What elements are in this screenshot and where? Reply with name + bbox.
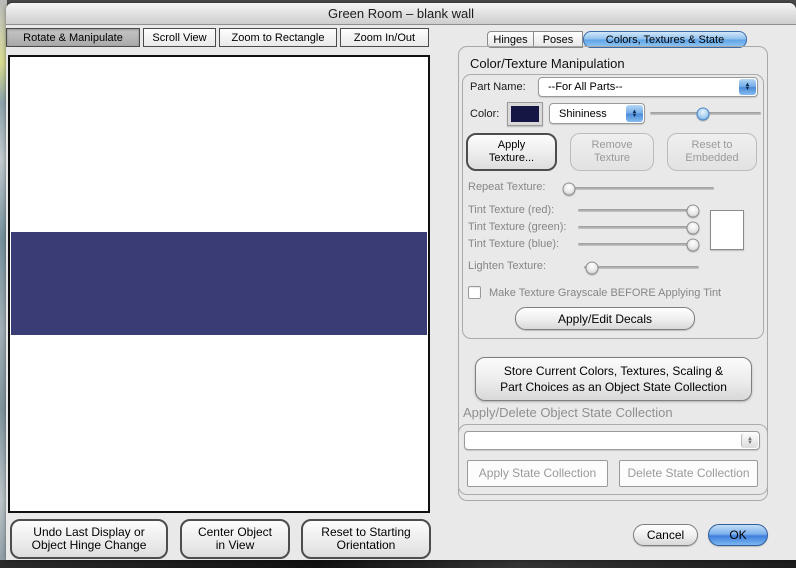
state-collection-dropdown[interactable]: ▲▼ [464,431,760,450]
apply-texture-button[interactable]: Apply Texture... [466,133,557,171]
shininess-slider-thumb[interactable] [697,107,710,120]
popup-stepper-icon: ▲▼ [626,105,643,122]
apply-edit-decals-button[interactable]: Apply/Edit Decals [515,307,695,330]
color-well[interactable] [507,102,543,126]
delete-state-collection-button[interactable]: Delete State Collection [619,460,758,487]
tint-color-swatch[interactable] [710,210,744,250]
tab-zoom-in-out[interactable]: Zoom In/Out [340,28,429,47]
tint-blue-slider[interactable] [578,243,698,246]
shininess-slider[interactable] [650,112,761,115]
repeat-texture-slider[interactable] [563,187,714,190]
tint-green-slider[interactable] [578,226,698,229]
grayscale-checkbox-label: Make Texture Grayscale BEFORE Applying T… [489,287,721,299]
undo-display-hinge-button[interactable]: Undo Last Display or Object Hinge Change [10,519,168,559]
color-label: Color: [470,108,499,120]
tint-blue-label: Tint Texture (blue): [468,238,559,250]
color-well-fill [511,106,539,122]
repeat-texture-thumb[interactable] [563,182,576,195]
desktop-background-bottom [0,560,796,568]
lighten-texture-thumb[interactable] [586,261,599,274]
lighten-texture-label: Lighten Texture: [468,260,546,272]
popup-stepper-icon: ▲▼ [741,433,758,448]
tint-blue-thumb[interactable] [687,238,700,251]
tab-zoom-to-rectangle[interactable]: Zoom to Rectangle [219,28,337,47]
repeat-texture-label: Repeat Texture: [468,181,545,193]
object-preview-canvas[interactable] [8,55,430,513]
color-texture-heading: Color/Texture Manipulation [470,56,625,71]
reset-orientation-button[interactable]: Reset to Starting Orientation [301,519,431,559]
state-collection-heading: Apply/Delete Object State Collection [463,405,673,420]
part-name-dropdown[interactable]: --For All Parts-- ▲▼ [538,77,758,97]
tab-scroll-view[interactable]: Scroll View [143,28,216,47]
cancel-button[interactable]: Cancel [633,524,698,546]
title-bar: Green Room – blank wall [6,3,796,25]
shininess-dropdown[interactable]: Shininess ▲▼ [549,103,645,124]
part-name-label: Part Name: [470,81,526,93]
center-object-button[interactable]: Center Object in View [180,519,290,559]
store-state-collection-button[interactable]: Store Current Colors, Textures, Scaling … [475,357,752,401]
part-name-value: --For All Parts-- [548,81,623,93]
dialog-window: Green Room – blank wall Rotate & Manipul… [6,3,796,560]
grayscale-checkbox[interactable] [468,286,481,299]
tint-red-label: Tint Texture (red): [468,204,554,216]
shininess-value: Shininess [559,108,607,120]
ok-button[interactable]: OK [708,524,768,546]
wall-object[interactable] [11,232,427,335]
apply-state-collection-button[interactable]: Apply State Collection [467,460,608,487]
window-title: Green Room – blank wall [328,6,474,21]
reset-to-embedded-button[interactable]: Reset to Embedded [667,133,757,171]
tint-red-slider[interactable] [578,209,698,212]
tab-rotate-manipulate[interactable]: Rotate & Manipulate [6,28,140,47]
remove-texture-button[interactable]: Remove Texture [570,133,654,171]
lighten-texture-slider[interactable] [584,266,699,269]
tint-green-thumb[interactable] [687,221,700,234]
tint-red-thumb[interactable] [687,204,700,217]
tint-green-label: Tint Texture (green): [468,221,566,233]
popup-stepper-icon: ▲▼ [739,79,756,95]
